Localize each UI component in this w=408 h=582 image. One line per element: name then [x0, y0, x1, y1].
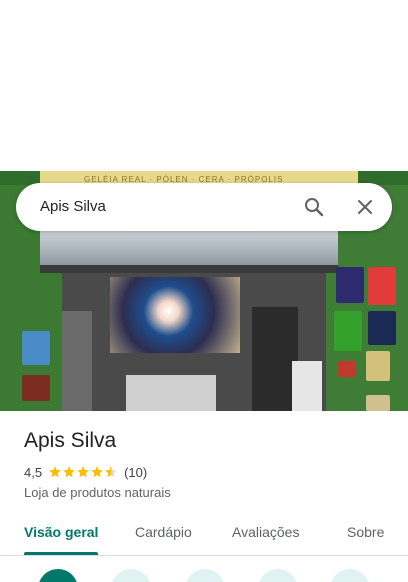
- tab-about[interactable]: Sobre: [347, 524, 384, 540]
- place-sheet: GELÉIA REAL · PÓLEN · CERA · PRÓPOLIS Ap…: [0, 0, 408, 582]
- photo-counter: [126, 375, 216, 411]
- photo-poster: [22, 331, 50, 365]
- photo-poster: [366, 395, 390, 411]
- photo-fridge: [292, 361, 322, 411]
- star-half-icon: [105, 466, 117, 478]
- phone-button[interactable]: [258, 569, 298, 582]
- tab-menu[interactable]: Cardápio: [135, 524, 192, 540]
- review-count[interactable]: (10): [124, 465, 147, 480]
- close-icon[interactable]: [353, 195, 377, 219]
- photo-awning: [40, 229, 338, 265]
- place-category: Loja de produtos naturais: [24, 485, 171, 500]
- photo-poster: [336, 267, 364, 303]
- photo-poster: [368, 311, 396, 345]
- star-icon: [49, 466, 61, 478]
- directions-button[interactable]: [38, 569, 78, 582]
- star-icon: [63, 466, 75, 478]
- rating-value: 4,5: [24, 464, 43, 480]
- search-box[interactable]: Apis Silva: [16, 183, 392, 231]
- photo-awning-shadow: [40, 265, 338, 273]
- rating-row[interactable]: 4,5 (10): [24, 463, 147, 481]
- search-input[interactable]: Apis Silva: [40, 198, 106, 215]
- photo-mural: [110, 277, 240, 353]
- place-title: Apis Silva: [24, 429, 117, 452]
- nearby-button[interactable]: [185, 569, 225, 582]
- star-icon: [91, 466, 103, 478]
- photo-poster: [366, 351, 390, 381]
- tab-bar: Visão geral Cardápio Avaliações Sobre: [0, 514, 408, 556]
- photo-shelf: [62, 311, 92, 411]
- tab-reviews[interactable]: Avaliações: [232, 524, 299, 540]
- photo-poster: [22, 375, 50, 401]
- star-rating: [48, 465, 118, 479]
- star-icon: [77, 466, 89, 478]
- tab-active-indicator: [24, 552, 98, 555]
- tab-overview[interactable]: Visão geral: [24, 524, 98, 540]
- save-button[interactable]: [111, 569, 151, 582]
- share-button[interactable]: [330, 569, 370, 582]
- photo-poster: [368, 267, 396, 305]
- photo-poster: [334, 311, 362, 351]
- search-icon[interactable]: [302, 195, 326, 219]
- photo-poster: [338, 361, 356, 377]
